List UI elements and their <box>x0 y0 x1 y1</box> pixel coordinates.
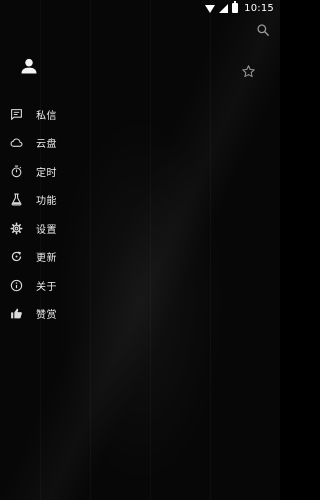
menu-item-features[interactable]: 功能 <box>0 186 200 215</box>
background-stripe <box>210 0 211 500</box>
menu-item-label: 赞赏 <box>36 310 57 322</box>
search-button[interactable] <box>256 22 270 36</box>
menu-item-about[interactable]: 关于 <box>0 271 200 300</box>
menu-item-label: 云盘 <box>36 139 57 151</box>
menu-item-update[interactable]: 更新 <box>0 243 200 272</box>
menu-item-messages[interactable]: 私信 <box>0 100 200 129</box>
favorite-button[interactable] <box>241 64 256 79</box>
search-icon <box>257 24 269 36</box>
message-icon <box>10 108 23 121</box>
refresh-icon <box>10 250 23 263</box>
status-time: 10:15 <box>244 2 274 14</box>
battery-icon <box>232 1 239 13</box>
menu-item-label: 功能 <box>36 196 57 208</box>
person-icon <box>21 58 37 74</box>
menu-item-donate[interactable]: 赞赏 <box>0 300 200 329</box>
gear-icon <box>10 222 23 235</box>
timer-icon <box>10 165 23 178</box>
drawer-screen: 10:15 私信 云盘 定时 功能 设置 更新 关于 赞赏 <box>0 0 280 500</box>
star-outline-icon <box>242 65 255 78</box>
menu-item-label: 定时 <box>36 167 57 179</box>
menu-item-label: 私信 <box>36 110 57 122</box>
flask-icon <box>10 193 23 206</box>
menu-item-label: 设置 <box>36 224 57 236</box>
wifi-icon <box>205 4 216 13</box>
menu-item-label: 关于 <box>36 281 57 293</box>
drawer-menu: 私信 云盘 定时 功能 设置 更新 关于 赞赏 <box>0 100 200 328</box>
menu-item-settings[interactable]: 设置 <box>0 214 200 243</box>
cloud-icon <box>10 136 23 149</box>
info-icon <box>10 279 23 292</box>
thumb-up-icon <box>10 307 23 320</box>
signal-off-icon <box>219 1 229 13</box>
menu-item-cloud[interactable]: 云盘 <box>0 129 200 158</box>
menu-item-label: 更新 <box>36 253 57 265</box>
avatar[interactable] <box>19 56 39 76</box>
menu-item-timer[interactable]: 定时 <box>0 157 200 186</box>
status-bar: 10:15 <box>0 0 280 16</box>
